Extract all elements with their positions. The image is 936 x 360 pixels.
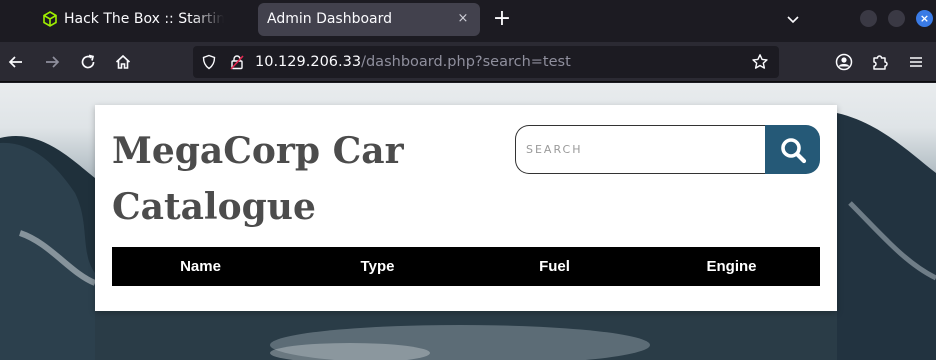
close-window-button[interactable]: × <box>916 10 933 27</box>
tab-title: Admin Dashboard <box>267 11 393 27</box>
bookmark-star-icon[interactable] <box>751 53 769 71</box>
car-table-header: Name Type Fuel Engine <box>112 247 820 286</box>
tracking-protection-shield-icon[interactable] <box>201 54 217 70</box>
page-title: MegaCorp Car Catalogue <box>112 130 404 228</box>
back-arrow-icon[interactable] <box>5 51 27 73</box>
forward-arrow-icon[interactable] <box>41 51 63 73</box>
hamburger-menu-icon[interactable] <box>906 52 926 72</box>
navigation-toolbar: 10.129.206.33/dashboard.php?search=test <box>0 42 936 82</box>
page-viewport: MegaCorp Car Catalogue Name Type Fuel En… <box>0 83 936 360</box>
minimize-button[interactable] <box>860 10 877 27</box>
reload-icon[interactable] <box>77 51 99 73</box>
search-button[interactable] <box>765 125 820 174</box>
tab-title: Hack The Box :: Starting Point <box>64 11 224 27</box>
new-tab-button[interactable]: + <box>490 8 514 32</box>
tab-hack-the-box[interactable]: Hack The Box :: Starting Point <box>32 3 252 36</box>
tab-admin-dashboard[interactable]: Admin Dashboard × <box>258 3 480 36</box>
column-header-engine: Engine <box>706 258 757 275</box>
url-host: 10.129.206.33 <box>255 54 362 70</box>
search-icon <box>780 137 806 163</box>
search-input[interactable] <box>515 125 765 174</box>
tab-strip: Hack The Box :: Starting Point Admin Das… <box>0 0 936 42</box>
column-header-fuel: Fuel <box>539 258 570 275</box>
catalogue-card: MegaCorp Car Catalogue Name Type Fuel En… <box>95 105 837 311</box>
chevron-down-icon[interactable] <box>782 10 804 30</box>
extensions-puzzle-icon[interactable] <box>870 52 890 72</box>
account-icon[interactable] <box>834 52 854 72</box>
close-tab-icon[interactable]: × <box>456 12 470 26</box>
url-path: /dashboard.php?search=test <box>361 54 571 70</box>
htb-cube-icon <box>42 11 58 27</box>
column-header-type: Type <box>360 258 395 275</box>
home-icon[interactable] <box>112 51 134 73</box>
address-bar[interactable]: 10.129.206.33/dashboard.php?search=test <box>193 46 779 78</box>
insecure-lock-icon[interactable] <box>229 54 245 70</box>
column-header-name: Name <box>180 258 221 275</box>
maximize-button[interactable] <box>888 10 905 27</box>
url-text: 10.129.206.33/dashboard.php?search=test <box>255 54 571 71</box>
